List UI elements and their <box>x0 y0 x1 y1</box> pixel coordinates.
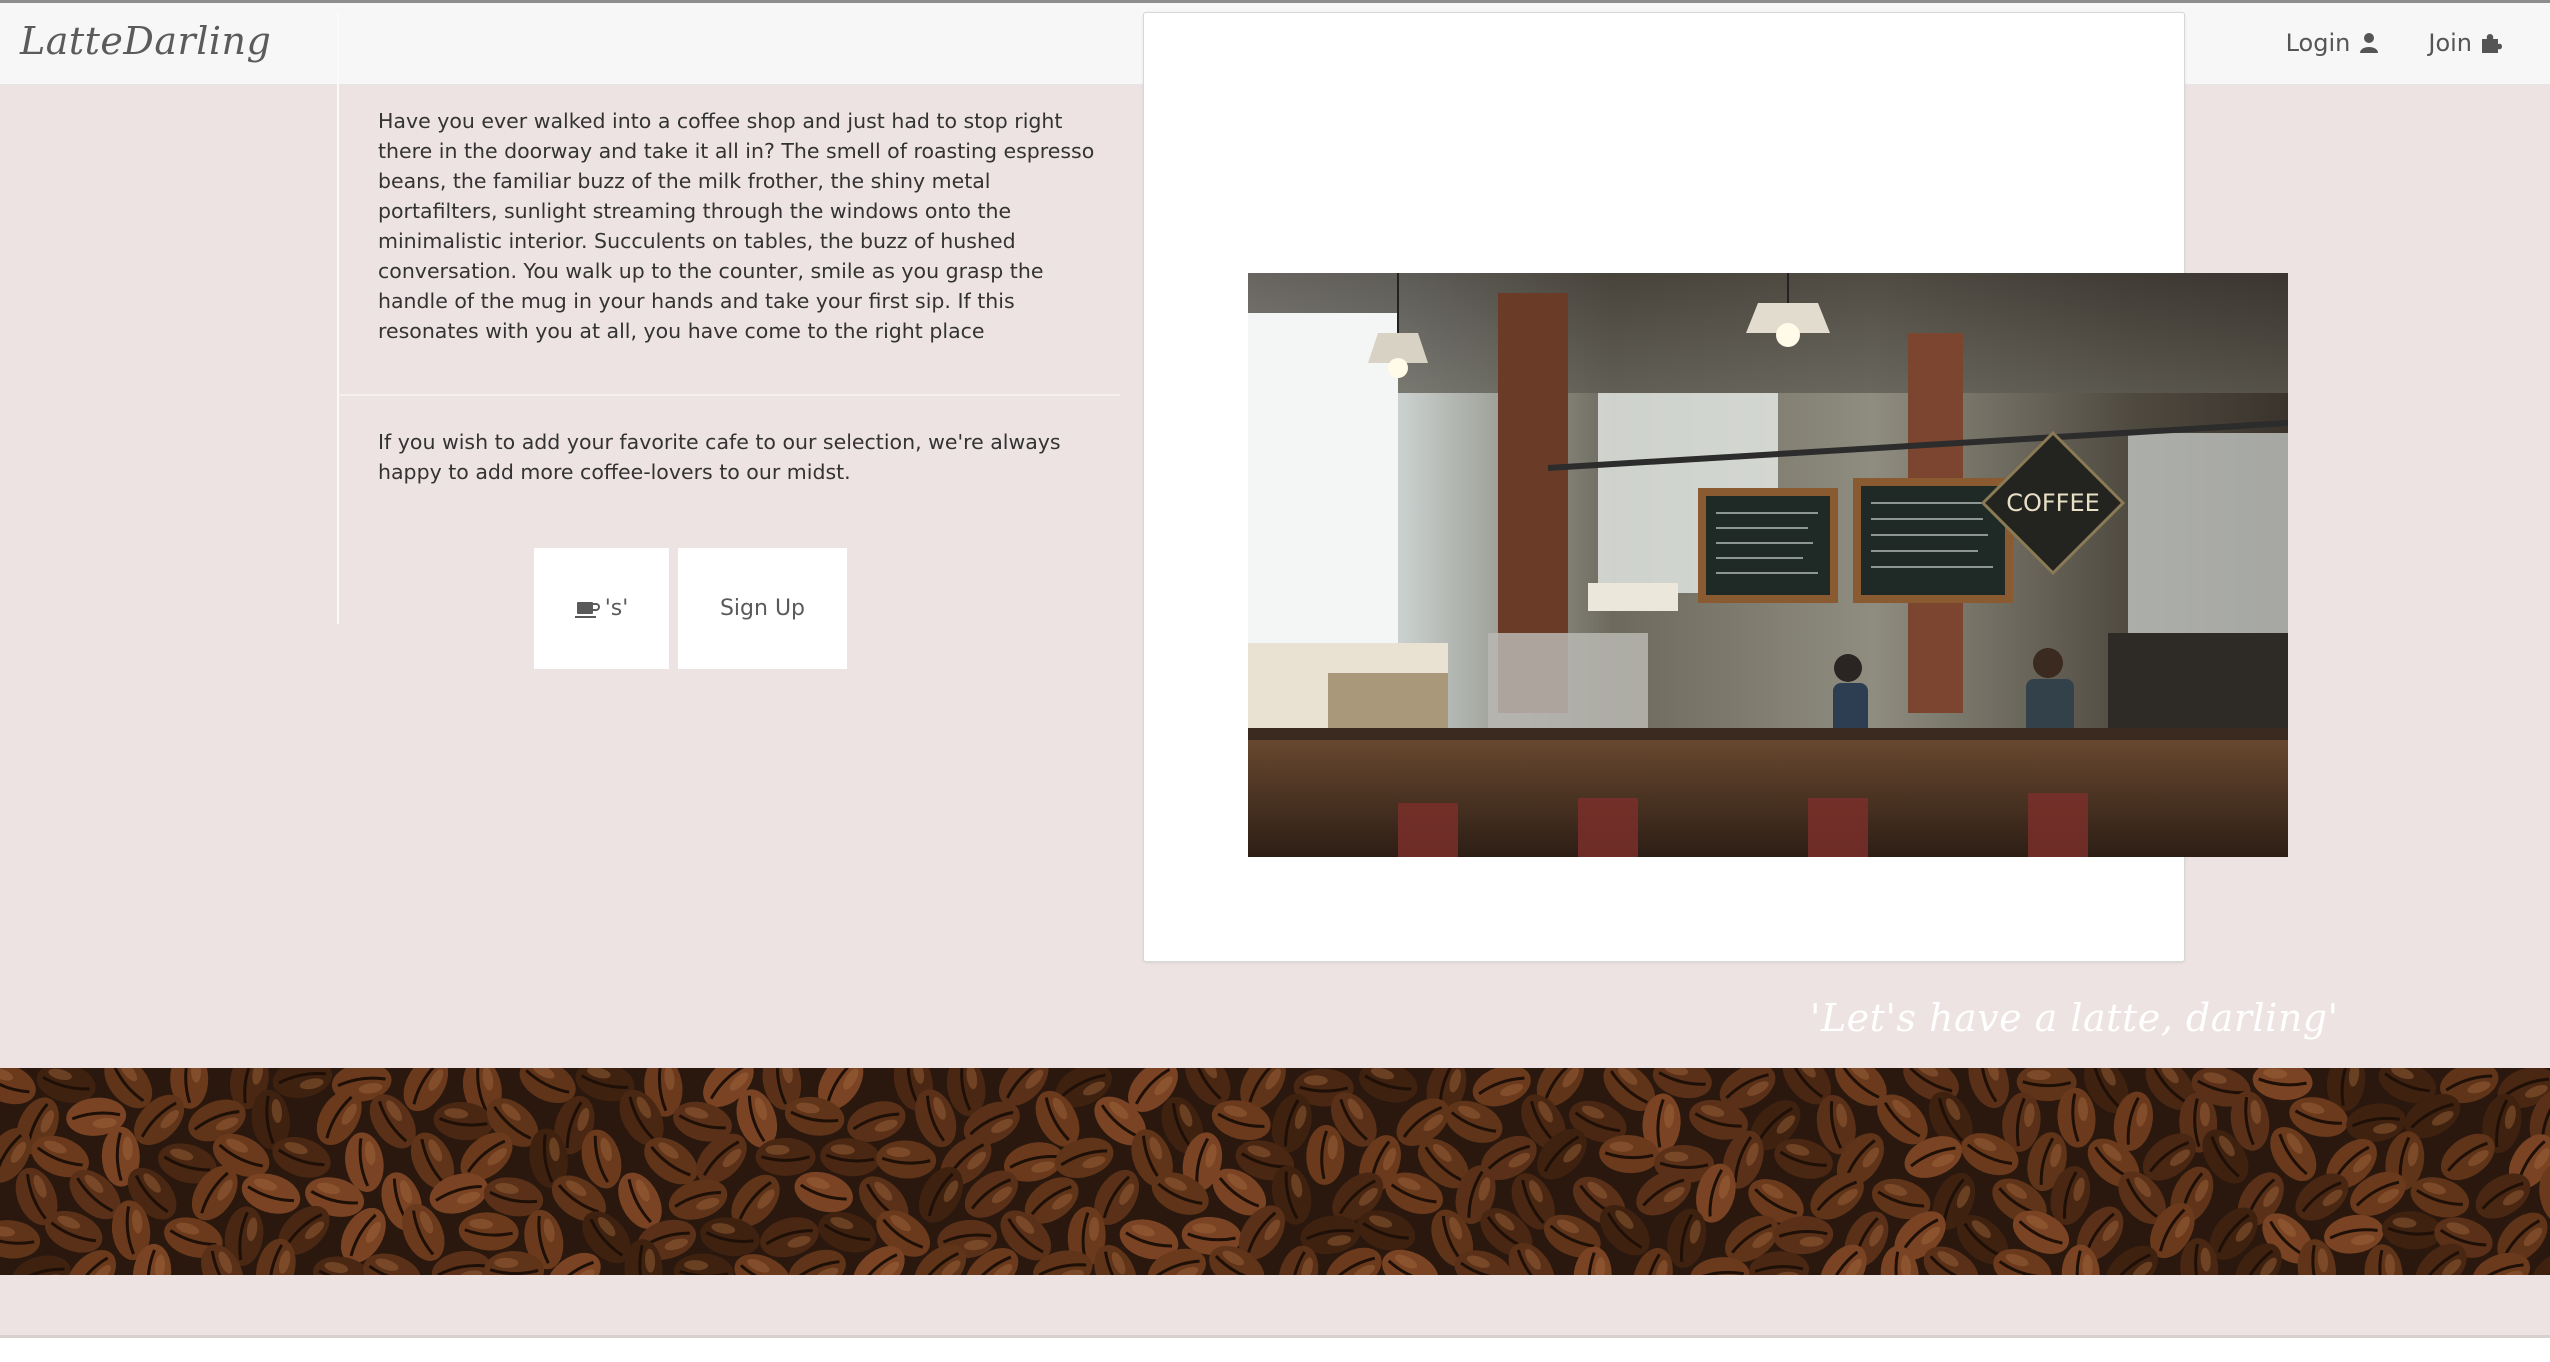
join-link[interactable]: Join <box>2428 29 2502 57</box>
coffee-cup-icon <box>574 601 600 618</box>
nav-links: Login Join <box>2286 29 2502 57</box>
brand-logo[interactable]: LatteDarling <box>20 19 271 63</box>
cafes-button[interactable]: 's' <box>534 548 669 669</box>
coffee-beans-banner <box>0 1068 2550 1275</box>
puzzle-piece-icon <box>2482 34 2502 53</box>
intro-paragraph: Have you ever walked into a coffee shop … <box>378 109 1095 343</box>
tagline: 'Let's have a latte, darling' <box>1810 996 2339 1040</box>
left-divider <box>337 12 339 624</box>
login-label: Login <box>2285 29 2351 57</box>
section-divider <box>338 394 1120 396</box>
svg-text:COFFEE: COFFEE <box>2006 489 2100 517</box>
cafe-interior-photo: COFFEE <box>1248 273 2288 857</box>
footer-strip <box>0 1338 2550 1362</box>
signup-button[interactable]: Sign Up <box>678 548 847 669</box>
login-link[interactable]: Login <box>2286 29 2381 57</box>
join-label: Join <box>2428 29 2472 57</box>
user-icon <box>2360 33 2379 53</box>
cta-paragraph: If you wish to add your favorite cafe to… <box>378 430 1061 484</box>
cafes-button-label: 's' <box>604 596 629 621</box>
